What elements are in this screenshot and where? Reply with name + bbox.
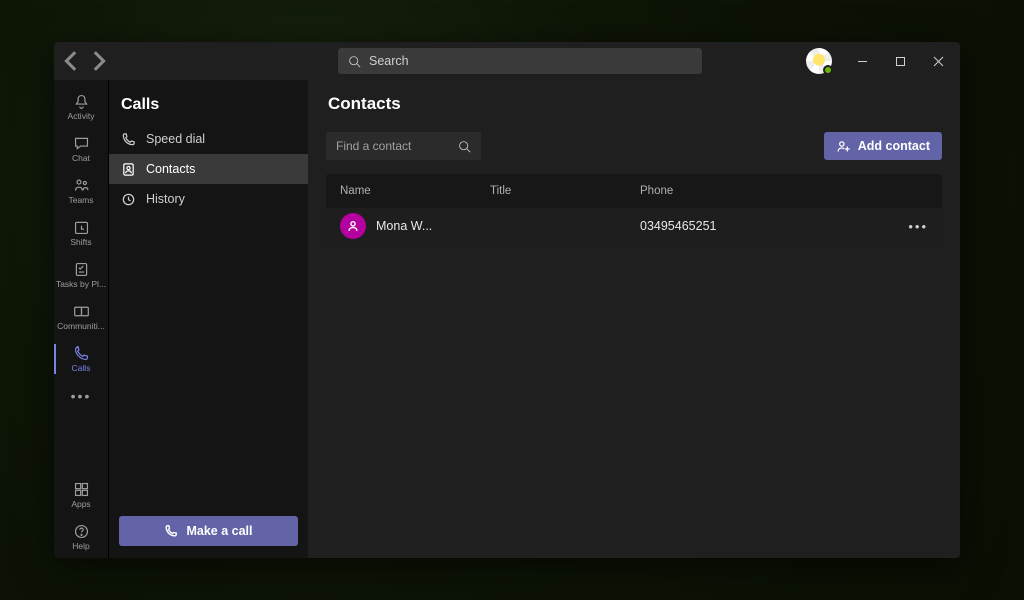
calls-sub-panel: Calls Speed dial Contacts History Make a… <box>108 80 308 558</box>
rail-label: Apps <box>71 499 90 509</box>
rail-label: Activity <box>68 111 95 121</box>
minimize-button[interactable] <box>846 46 878 76</box>
titlebar-right <box>806 46 960 76</box>
contact-name: Mona W... <box>376 219 432 233</box>
make-a-call-label: Make a call <box>186 524 252 538</box>
rail-shifts[interactable]: Shifts <box>54 212 108 254</box>
app-body: Activity Chat Teams Shifts Tasks by Pl..… <box>54 80 960 558</box>
rail-help[interactable]: Help <box>54 516 108 558</box>
sub-item-contacts[interactable]: Contacts <box>109 154 308 184</box>
bell-icon <box>73 93 90 110</box>
close-button[interactable] <box>922 46 954 76</box>
sub-item-speed-dial[interactable]: Speed dial <box>109 124 308 154</box>
search-icon <box>458 140 471 153</box>
table-header: Name Title Phone <box>326 174 942 208</box>
phone-icon <box>164 524 178 538</box>
page-title: Contacts <box>326 94 942 114</box>
contacts-toolbar: Find a contact Add contact <box>326 132 942 160</box>
rail-communities[interactable]: Communiti... <box>54 296 108 338</box>
search-placeholder: Search <box>369 54 409 68</box>
apps-icon <box>73 481 90 498</box>
rail-teams[interactable]: Teams <box>54 170 108 212</box>
add-contact-button[interactable]: Add contact <box>824 132 942 160</box>
sub-item-label: Speed dial <box>146 132 205 146</box>
contacts-icon <box>121 162 136 177</box>
calls-icon <box>73 345 90 362</box>
phone-icon <box>121 132 136 147</box>
titlebar: Search <box>54 42 960 80</box>
contact-phone: 03495465251 <box>640 219 898 233</box>
chat-icon <box>73 135 90 152</box>
app-window: Search Activity <box>54 42 960 558</box>
make-a-call-button[interactable]: Make a call <box>119 516 298 546</box>
main-content: Contacts Find a contact Add contact <box>308 80 960 558</box>
contacts-table: Name Title Phone Mona W... 03495465251 <box>326 174 942 244</box>
sub-panel-title: Calls <box>109 80 308 124</box>
contact-avatar <box>340 213 366 239</box>
person-icon <box>346 219 360 233</box>
teams-icon <box>73 177 90 194</box>
tasks-icon <box>73 261 90 278</box>
rail-calls[interactable]: Calls <box>54 338 108 380</box>
rail-label: Tasks by Pl... <box>56 279 106 289</box>
sub-item-label: Contacts <box>146 162 195 176</box>
col-header-name[interactable]: Name <box>340 185 490 197</box>
nav-arrows <box>62 50 108 72</box>
communities-icon <box>73 303 90 320</box>
maximize-button[interactable] <box>884 46 916 76</box>
search-input[interactable]: Search <box>338 48 702 74</box>
history-icon <box>121 192 136 207</box>
user-avatar[interactable] <box>806 48 832 74</box>
sub-item-label: History <box>146 192 185 206</box>
add-contact-icon <box>836 139 851 154</box>
rail-label: Shifts <box>70 237 91 247</box>
sub-item-history[interactable]: History <box>109 184 308 214</box>
find-placeholder: Find a contact <box>336 139 458 153</box>
col-header-phone[interactable]: Phone <box>640 185 898 197</box>
search-icon <box>348 55 361 68</box>
rail-tasks[interactable]: Tasks by Pl... <box>54 254 108 296</box>
rail-chat[interactable]: Chat <box>54 128 108 170</box>
col-header-title[interactable]: Title <box>490 185 640 197</box>
find-contact-input[interactable]: Find a contact <box>326 132 481 160</box>
app-rail: Activity Chat Teams Shifts Tasks by Pl..… <box>54 80 108 558</box>
table-row[interactable]: Mona W... 03495465251 ••• <box>326 208 942 244</box>
presence-available-icon <box>823 65 833 75</box>
rail-label: Help <box>72 541 89 551</box>
rail-label: Communiti... <box>57 321 105 331</box>
row-more-button[interactable]: ••• <box>908 219 928 234</box>
shifts-icon <box>73 219 90 236</box>
rail-label: Chat <box>72 153 90 163</box>
rail-apps[interactable]: Apps <box>54 474 108 516</box>
rail-label: Teams <box>68 195 93 205</box>
rail-activity[interactable]: Activity <box>54 86 108 128</box>
rail-more-button[interactable]: ••• <box>71 388 92 404</box>
rail-label: Calls <box>72 363 91 373</box>
back-button[interactable] <box>62 50 84 72</box>
help-icon <box>73 523 90 540</box>
add-contact-label: Add contact <box>858 139 930 153</box>
forward-button[interactable] <box>86 50 108 72</box>
